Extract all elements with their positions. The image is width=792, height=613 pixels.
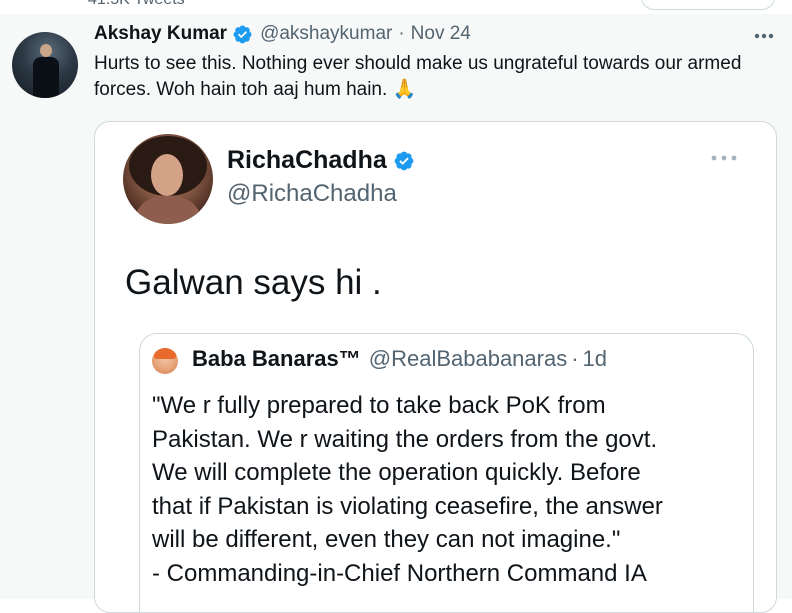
follow-button[interactable] bbox=[640, 0, 776, 10]
more-options-icon[interactable] bbox=[752, 24, 776, 48]
quoted-author-handle[interactable]: @RichaChadha bbox=[227, 180, 397, 208]
inner-author-handle[interactable]: @RealBababanaras bbox=[369, 346, 567, 372]
avatar[interactable] bbox=[12, 32, 78, 98]
tweet-header: Akshay Kumar @akshaykumar · Nov 24 bbox=[94, 22, 471, 46]
quoted-author-name[interactable]: RichaChadha bbox=[227, 146, 387, 175]
folded-hands-emoji: 🙏 bbox=[392, 79, 417, 100]
inner-quoted-tweet[interactable]: Baba Banaras™ @RealBababanaras · 1d "We … bbox=[139, 333, 754, 612]
tweet-text-body: Hurts to see this. Nothing ever should m… bbox=[94, 53, 742, 100]
inner-tweet-text: "We r fully prepared to take back PoK fr… bbox=[152, 392, 663, 587]
verified-badge-icon bbox=[232, 24, 253, 45]
tweet-date[interactable]: Nov 24 bbox=[411, 23, 471, 45]
more-options-icon[interactable] bbox=[707, 148, 741, 168]
inner-author-avatar[interactable] bbox=[152, 348, 178, 374]
tweet-text: Hurts to see this. Nothing ever should m… bbox=[94, 51, 744, 103]
separator-dot: · bbox=[571, 346, 579, 371]
quoted-author-avatar[interactable] bbox=[123, 134, 213, 224]
author-name[interactable]: Akshay Kumar bbox=[94, 23, 227, 45]
avatar-figure-head bbox=[40, 44, 52, 57]
tweet-count: 41.5K Tweets bbox=[88, 0, 185, 9]
avatar-clothing bbox=[133, 196, 203, 224]
inner-tweet-date[interactable]: 1d bbox=[583, 346, 607, 372]
inner-author-name[interactable]: Baba Banaras™ bbox=[192, 346, 361, 372]
avatar-turban bbox=[154, 348, 176, 359]
profile-header-strip: 41.5K Tweets bbox=[0, 0, 792, 14]
quoted-author-name-row: RichaChadha bbox=[227, 146, 415, 175]
avatar-face bbox=[151, 154, 183, 196]
separator-dot: · bbox=[398, 23, 405, 44]
avatar-figure-body bbox=[33, 57, 59, 98]
inner-tweet-header: Baba Banaras™ @RealBababanaras · 1d bbox=[192, 346, 607, 372]
verified-badge-icon bbox=[393, 150, 415, 172]
tweet[interactable]: Akshay Kumar @akshaykumar · Nov 24 Hurts… bbox=[0, 14, 792, 613]
quoted-tweet-card[interactable]: RichaChadha @RichaChadha Galwan says hi … bbox=[94, 121, 777, 613]
author-handle[interactable]: @akshaykumar bbox=[260, 23, 392, 45]
quoted-tweet-text: Galwan says hi . bbox=[125, 263, 382, 302]
